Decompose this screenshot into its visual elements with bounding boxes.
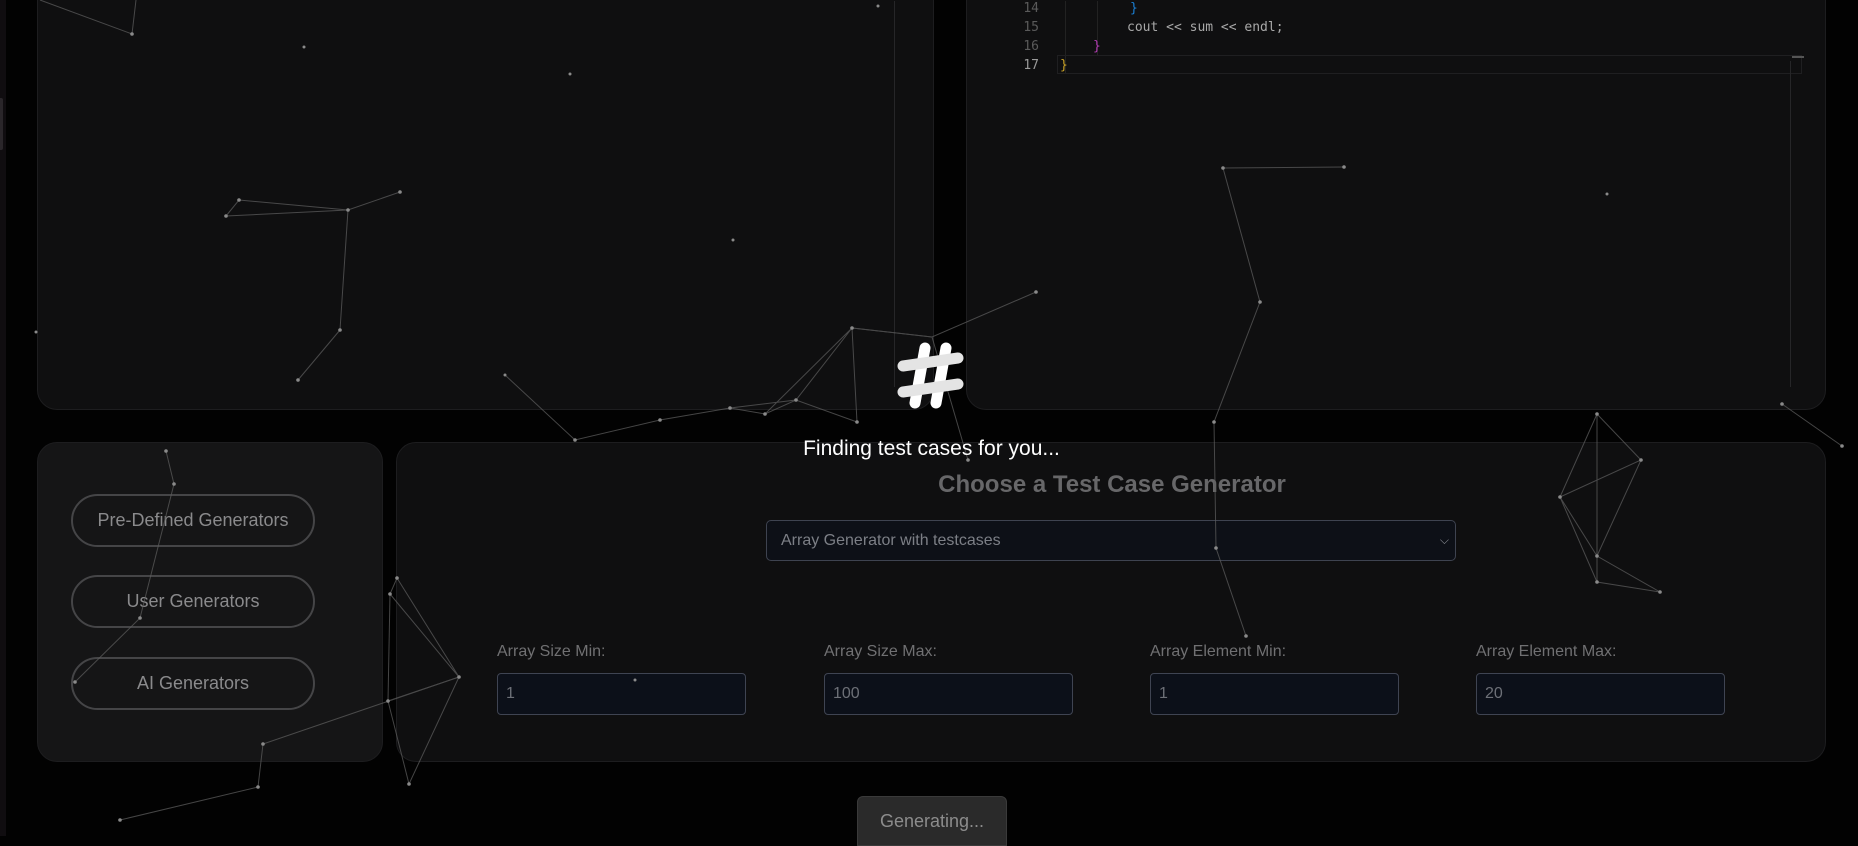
array-size-max-label: Array Size Max:	[824, 643, 937, 660]
window-edge-handle	[0, 98, 3, 150]
generator-select-value: Array Generator with testcases	[781, 531, 1001, 549]
code-line: 14 }	[967, 0, 1767, 18]
chevron-down-icon: ⌵	[1439, 533, 1449, 547]
array-element-min-label: Array Element Min:	[1150, 643, 1287, 660]
generator-select[interactable]: Array Generator with testcases ⌵	[766, 520, 1456, 561]
problem-panel	[37, 0, 934, 410]
generator-config-panel: Choose a Test Case Generator Array Gener…	[396, 442, 1826, 762]
generator-title: Choose a Test Case Generator	[938, 471, 1286, 498]
array-element-min-input[interactable]: 1	[1150, 673, 1399, 715]
array-size-min-input[interactable]: 1	[497, 673, 746, 715]
predefined-generators-button[interactable]: Pre-Defined Generators	[71, 494, 315, 547]
code-editor[interactable]: 14 } 15 cout << sum << endl; 16 } 17 }	[967, 0, 1827, 411]
array-size-max-input[interactable]: 100	[824, 673, 1073, 715]
editor-cursor-marker	[1792, 56, 1804, 58]
code-editor-panel[interactable]: 14 } 15 cout << sum << endl; 16 } 17 }	[966, 0, 1826, 410]
editor-scrollbar[interactable]	[1790, 61, 1791, 387]
hash-icon	[897, 342, 964, 409]
code-text: }	[1093, 39, 1101, 54]
code-line: 15 cout << sum << endl;	[967, 18, 1767, 37]
code-text: cout << sum << endl;	[1127, 20, 1284, 35]
generate-button[interactable]: Generating...	[857, 796, 1007, 846]
code-text: }	[1060, 58, 1068, 73]
code-line: 16 }	[967, 37, 1767, 56]
code-text: }	[1130, 1, 1138, 16]
array-size-min-label: Array Size Min:	[497, 643, 606, 660]
array-element-max-label: Array Element Max:	[1476, 643, 1617, 660]
array-element-max-input[interactable]: 20	[1476, 673, 1725, 715]
line-number: 17	[1023, 58, 1039, 73]
loading-message: Finding test cases for you...	[803, 437, 1060, 460]
line-number: 15	[1023, 20, 1039, 35]
line-number: 16	[1023, 39, 1039, 54]
generator-type-sidebar: Pre-Defined Generators User Generators A…	[37, 442, 383, 762]
code-line: 17 }	[967, 56, 1767, 75]
panel-scrollbar[interactable]	[894, 1, 895, 387]
line-number: 14	[1023, 1, 1039, 16]
ai-generators-button[interactable]: AI Generators	[71, 657, 315, 710]
user-generators-button[interactable]: User Generators	[71, 575, 315, 628]
